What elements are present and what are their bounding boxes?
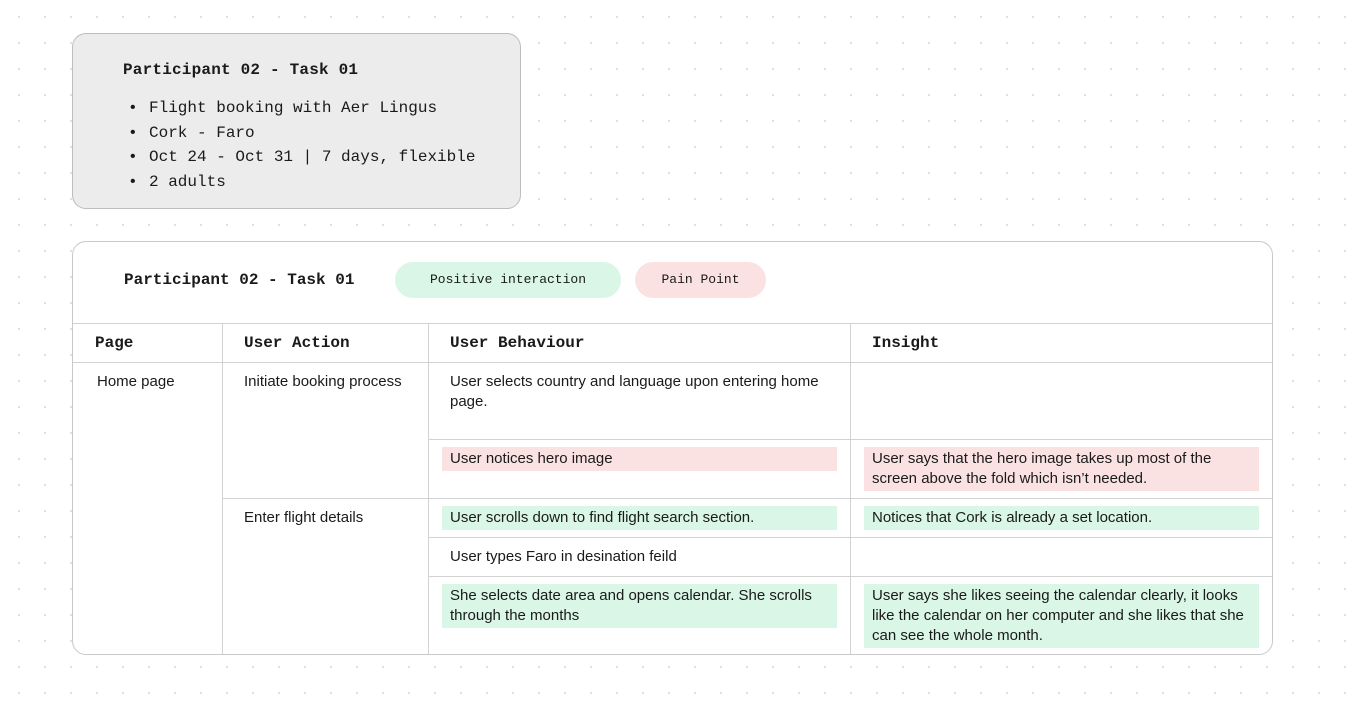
insight-cell-pain: User says that the hero image takes up m… [864,447,1259,491]
summary-list: Flight booking with Aer Lingus Cork - Fa… [130,96,475,194]
divider [428,537,1272,538]
behaviour-cell-pain: User notices hero image [442,447,837,471]
divider [222,498,1272,499]
behaviour-cell-positive: She selects date area and opens calendar… [442,584,837,628]
behaviour-cell: User selects country and language upon e… [450,373,819,410]
legend-positive-badge: Positive interaction [395,262,621,298]
behaviour-cell-positive: User scrolls down to find flight search … [442,506,837,530]
divider [428,576,1272,577]
summary-item: Oct 24 - Oct 31 | 7 days, flexible [130,145,475,170]
column-header-page: Page [95,334,134,352]
legend-pain-badge: Pain Point [635,262,766,298]
divider [428,439,1272,440]
column-header-user-behaviour: User Behaviour [450,334,585,352]
insight-cell-positive: Notices that Cork is already a set locat… [864,506,1259,530]
action-cell-initiate-booking: Initiate booking process [244,373,402,390]
divider [222,323,223,654]
divider [850,323,851,654]
summary-item: Cork - Faro [130,121,475,146]
summary-title: Participant 02 - Task 01 [123,61,359,79]
divider [73,362,1272,363]
column-header-user-action: User Action [244,334,350,352]
task-summary-card: Participant 02 - Task 01 Flight booking … [72,33,521,209]
page-cell-home: Home page [97,373,175,390]
board-title: Participant 02 - Task 01 [124,271,355,289]
research-table-card: Participant 02 - Task 01 Positive intera… [72,241,1273,655]
summary-item: Flight booking with Aer Lingus [130,96,475,121]
summary-item: 2 adults [130,170,475,195]
behaviour-cell: User types Faro in desination feild [450,548,677,565]
divider [428,323,429,654]
insight-cell-positive: User says she likes seeing the calendar … [864,584,1259,648]
divider [73,323,1272,324]
column-header-insight: Insight [872,334,940,352]
action-cell-enter-flight-details: Enter flight details [244,509,364,526]
